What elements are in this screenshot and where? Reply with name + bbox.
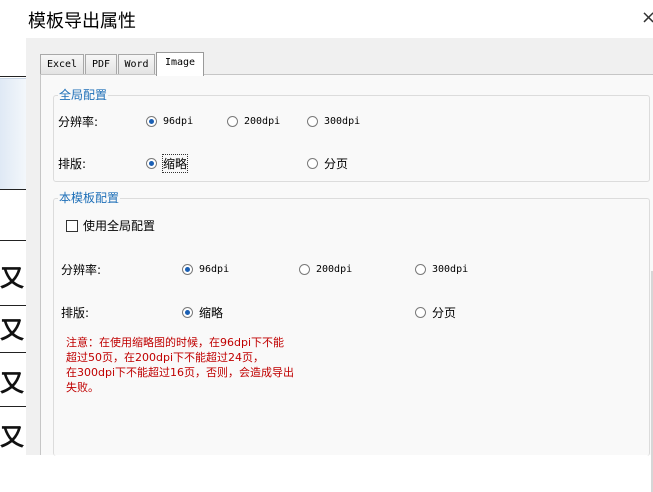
global-radio-thumbnail[interactable]: 缩略	[146, 153, 189, 173]
radio-selected-icon	[146, 157, 157, 169]
background-rule	[0, 189, 26, 190]
template-radio-96dpi[interactable]: 96dpi	[182, 261, 229, 277]
background-rule	[0, 240, 26, 241]
use-global-label: 使用全局配置	[83, 219, 156, 233]
template-radio-200dpi[interactable]: 200dpi	[299, 261, 352, 277]
radio-icon	[307, 157, 318, 169]
radio-selected-icon	[182, 306, 193, 318]
radio-icon	[307, 115, 318, 127]
global-radio-200dpi[interactable]: 200dpi	[227, 113, 280, 129]
template-radio-300dpi[interactable]: 300dpi	[415, 261, 468, 277]
radio-label: 300dpi	[432, 263, 469, 275]
close-icon[interactable]: ×	[641, 6, 653, 30]
global-radio-96dpi[interactable]: 96dpi	[146, 113, 193, 129]
global-radio-300dpi[interactable]: 300dpi	[307, 113, 360, 129]
template-resolution-label: 分辨率:	[61, 263, 102, 277]
background-document: 又: 又: 又: 又:	[0, 0, 33, 455]
image-tab-panel: 全局配置 分辨率: 96dpi 200dpi 300dpi 排版: 缩略 分页 …	[40, 74, 653, 492]
global-config-group: 全局配置 分辨率: 96dpi 200dpi 300dpi 排版: 缩略 分页	[53, 88, 650, 182]
template-radio-paged[interactable]: 分页	[415, 304, 456, 320]
background-header-band	[0, 78, 26, 190]
radio-label: 缩略	[161, 153, 189, 173]
tab-image[interactable]: Image	[156, 52, 204, 76]
radio-icon	[415, 263, 426, 275]
radio-label: 300dpi	[324, 115, 361, 127]
template-config-title: 本模板配置	[58, 191, 121, 205]
template-config-group: 本模板配置 使用全局配置 分辨率: 96dpi 200dpi 300dpi 排版…	[53, 191, 650, 456]
tab-word[interactable]: Word	[118, 54, 155, 74]
use-global-checkbox[interactable]: 使用全局配置	[66, 217, 155, 234]
radio-icon	[415, 306, 426, 318]
global-resolution-label: 分辨率:	[58, 115, 99, 129]
radio-label: 200dpi	[316, 263, 353, 275]
radio-label: 96dpi	[163, 115, 194, 127]
radio-label: 96dpi	[199, 263, 230, 275]
global-config-title: 全局配置	[58, 88, 109, 102]
template-layout-label: 排版:	[61, 306, 90, 320]
radio-selected-icon	[146, 115, 157, 127]
export-properties-dialog: 模板导出属性 × Excel PDF Word Image 全局配置 分辨率: …	[26, 0, 653, 492]
background-rule	[0, 406, 26, 407]
dialog-title: 模板导出属性	[28, 11, 136, 32]
background-rule	[0, 76, 26, 77]
radio-label: 缩略	[199, 305, 224, 320]
template-radio-thumbnail[interactable]: 缩略	[182, 304, 223, 320]
thumbnail-limit-note: 注意：在使用缩略图的时候，在96dpi下不能 超过50页，在200dpi下不能超…	[66, 336, 295, 394]
radio-icon	[227, 115, 238, 127]
radio-selected-icon	[182, 263, 193, 275]
tab-excel[interactable]: Excel	[40, 54, 84, 74]
title-bar: 模板导出属性 ×	[26, 0, 653, 38]
dialog-client: Excel PDF Word Image 全局配置 分辨率: 96dpi 200…	[26, 38, 653, 492]
global-radio-paged[interactable]: 分页	[307, 155, 348, 171]
background-rule	[0, 305, 26, 306]
background-rule	[0, 352, 26, 353]
radio-label: 分页	[432, 305, 457, 320]
radio-label: 200dpi	[244, 115, 281, 127]
checkbox-icon	[66, 219, 78, 232]
radio-icon	[299, 263, 310, 275]
radio-label: 分页	[324, 156, 349, 171]
tab-pdf[interactable]: PDF	[85, 54, 117, 74]
global-layout-label: 排版:	[58, 157, 87, 171]
